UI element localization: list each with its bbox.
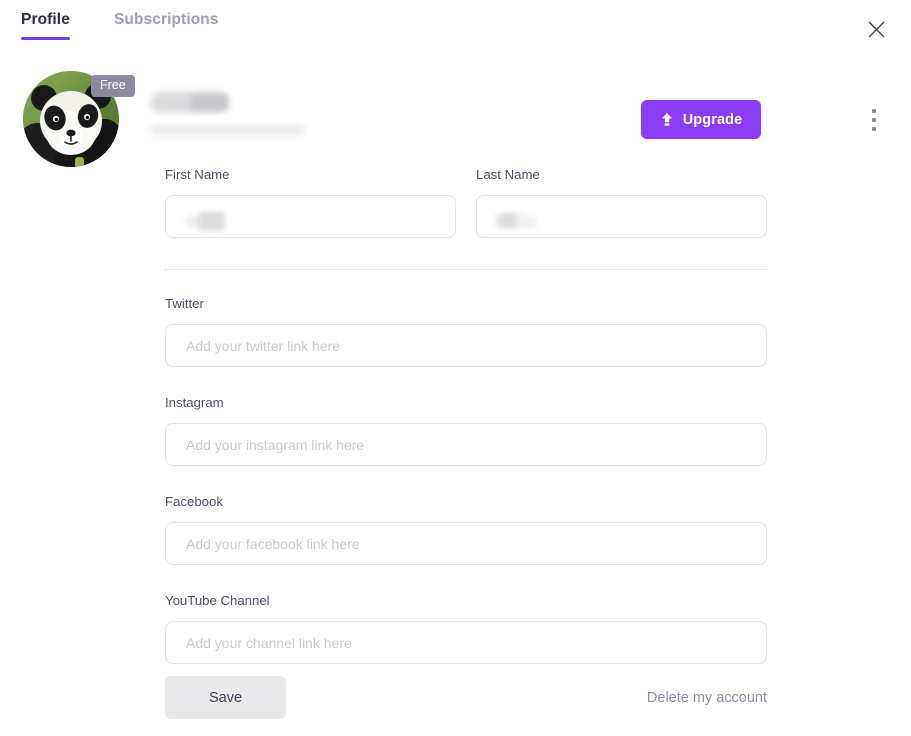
last-name-field-group: Last Name (476, 168, 767, 238)
kebab-menu-icon-dot-1 (872, 109, 876, 113)
upload-arrow-icon (660, 112, 674, 127)
kebab-menu-icon-dot-3 (872, 127, 876, 131)
tab-subscriptions-label: Subscriptions (114, 11, 219, 28)
instagram-label: Instagram (165, 396, 767, 410)
last-name-input[interactable] (476, 195, 767, 238)
upgrade-button[interactable]: Upgrade (641, 100, 761, 139)
display-name-redacted-2 (190, 94, 228, 110)
name-row: First Name Last Name (165, 168, 767, 238)
kebab-menu-icon-dot-2 (872, 118, 876, 122)
youtube-field-group: YouTube Channel (165, 594, 767, 664)
twitter-label: Twitter (165, 297, 767, 311)
close-button[interactable] (863, 16, 889, 42)
facebook-input[interactable] (165, 522, 767, 565)
youtube-input[interactable] (165, 621, 767, 664)
email-redacted (150, 124, 305, 136)
facebook-field-group: Facebook (165, 495, 767, 565)
instagram-input[interactable] (165, 423, 767, 466)
tab-subscriptions[interactable]: Subscriptions (114, 10, 219, 40)
first-name-label: First Name (165, 168, 456, 182)
upgrade-button-label: Upgrade (683, 112, 743, 128)
twitter-field-group: Twitter (165, 297, 767, 367)
profile-form: First Name Last Name Twitter Instagram (165, 168, 767, 664)
last-name-label: Last Name (476, 168, 767, 182)
form-footer: Save Delete my account (165, 676, 767, 719)
plan-badge: Free (91, 75, 135, 97)
identity-block (150, 92, 380, 136)
youtube-label: YouTube Channel (165, 594, 767, 608)
section-divider (165, 269, 767, 270)
save-button[interactable]: Save (165, 676, 286, 719)
twitter-input[interactable] (165, 324, 767, 367)
more-options-button[interactable] (863, 106, 885, 134)
tab-profile[interactable]: Profile (21, 10, 70, 40)
tab-profile-label: Profile (21, 11, 70, 28)
first-name-field-group: First Name (165, 168, 456, 238)
first-name-input[interactable] (165, 195, 456, 238)
close-icon (868, 21, 885, 38)
profile-settings-modal: Profile Subscriptions (0, 0, 911, 736)
tab-bar: Profile Subscriptions (0, 0, 911, 46)
avatar-container[interactable]: Free (23, 71, 119, 167)
profile-header: Free Upgrade (0, 68, 911, 168)
instagram-field-group: Instagram (165, 396, 767, 466)
facebook-label: Facebook (165, 495, 767, 509)
delete-account-link[interactable]: Delete my account (647, 690, 767, 706)
